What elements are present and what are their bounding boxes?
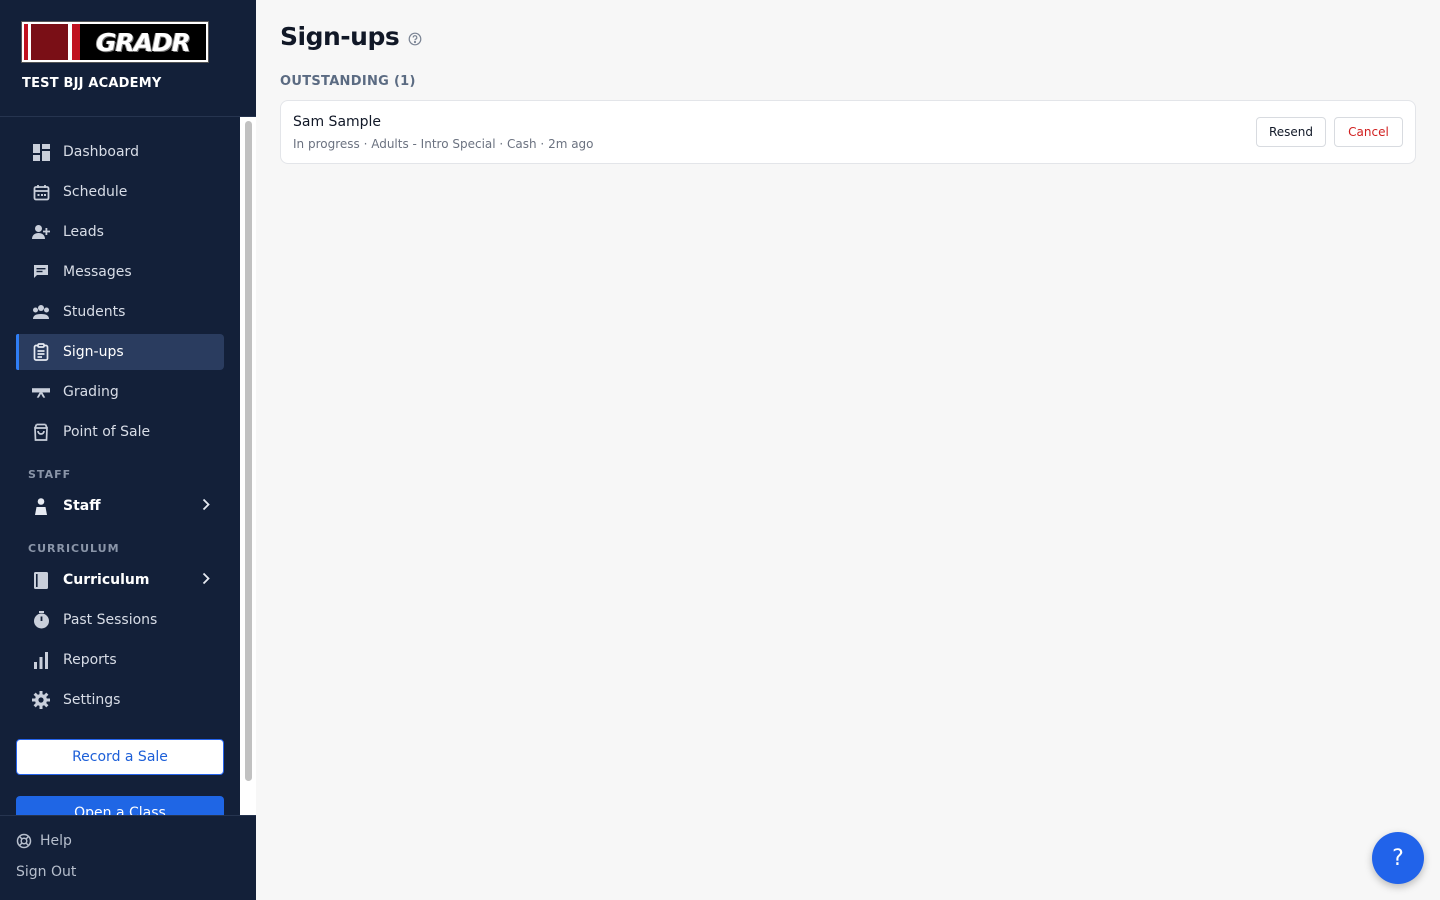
sidebar-item-curriculum[interactable]: Curriculum	[16, 562, 224, 598]
bar-chart-icon	[32, 651, 50, 669]
sidebar-item-label: Staff	[63, 498, 101, 514]
sidebar-item-leads[interactable]: Leads	[16, 214, 224, 250]
page-header: Sign-ups	[280, 22, 422, 51]
sidebar-item-reports[interactable]: Reports	[16, 642, 224, 678]
sidebar-item-label: Schedule	[63, 184, 128, 200]
sidebar-item-label: Point of Sale	[63, 424, 151, 440]
lifebuoy-icon	[16, 833, 32, 849]
open-class-button[interactable]: Open a Class	[16, 796, 224, 815]
academy-name: TEST BJJ ACADEMY	[22, 76, 162, 91]
signup-card: Sam Sample In progress · Adults - Intro …	[280, 100, 1416, 164]
outstanding-heading: OUTSTANDING (1)	[280, 74, 416, 89]
sidebar-item-settings[interactable]: Settings	[16, 682, 224, 718]
sidebar-item-dashboard[interactable]: Dashboard	[16, 134, 224, 170]
main-content: Sign-ups OUTSTANDING (1) Sam Sample In p…	[256, 0, 1440, 900]
timer-icon	[32, 611, 50, 629]
belt-icon	[32, 383, 50, 401]
gear-icon	[32, 691, 50, 709]
sidebar-item-label: Leads	[63, 224, 104, 240]
dashboard-icon	[32, 143, 50, 161]
sidebar-item-label: Past Sessions	[63, 612, 158, 628]
sidebar-item-staff[interactable]: Staff	[16, 488, 224, 524]
sidebar-nav: Dashboard Schedule Leads Messages Studen…	[16, 134, 224, 722]
sidebar-item-past-sessions[interactable]: Past Sessions	[16, 602, 224, 638]
person-icon	[32, 497, 50, 515]
logo-stripes	[24, 24, 80, 60]
sidebar-item-label: Settings	[63, 692, 121, 708]
sign-out-link[interactable]: Sign Out	[16, 864, 76, 880]
book-icon	[32, 571, 50, 589]
sidebar-item-label: Reports	[63, 652, 117, 668]
sidebar-item-point-of-sale[interactable]: Point of Sale	[16, 414, 224, 450]
section-label-staff: STAFF	[28, 468, 72, 481]
sidebar-item-students[interactable]: Students	[16, 294, 224, 330]
sidebar-item-label: Grading	[63, 384, 119, 400]
record-sale-button[interactable]: Record a Sale	[16, 739, 224, 775]
help-label: Help	[40, 833, 72, 849]
sidebar-footer: Help Sign Out	[0, 815, 256, 900]
sidebar-item-messages[interactable]: Messages	[16, 254, 224, 290]
chat-icon	[32, 263, 50, 281]
calendar-icon	[32, 183, 50, 201]
sidebar-item-grading[interactable]: Grading	[16, 374, 224, 410]
help-link[interactable]: Help	[16, 833, 72, 849]
chevron-right-icon	[202, 498, 210, 515]
group-icon	[32, 303, 50, 321]
logo-text: GRADR	[95, 27, 191, 57]
help-circle-icon[interactable]	[408, 31, 422, 46]
brand-header: GRADR TEST BJJ ACADEMY	[0, 0, 256, 117]
cancel-button[interactable]: Cancel	[1334, 117, 1403, 147]
shopping-bag-icon	[32, 423, 50, 441]
sidebar: GRADR TEST BJJ ACADEMY Dashboard Schedul…	[0, 0, 256, 900]
gradr-logo[interactable]: GRADR	[22, 22, 208, 62]
sidebar-item-label: Students	[63, 304, 126, 320]
nav-scroll-area: Dashboard Schedule Leads Messages Studen…	[0, 117, 256, 815]
chevron-right-icon	[202, 572, 210, 589]
sidebar-item-label: Messages	[63, 264, 132, 280]
sidebar-item-schedule[interactable]: Schedule	[16, 174, 224, 210]
sidebar-item-sign-ups[interactable]: Sign-ups	[16, 334, 224, 370]
clipboard-icon	[32, 343, 50, 361]
sidebar-scrollbar-thumb[interactable]	[245, 121, 252, 781]
signup-name: Sam Sample	[293, 114, 382, 130]
sidebar-item-label: Curriculum	[63, 572, 150, 588]
help-fab-button[interactable]: ?	[1372, 832, 1424, 884]
sidebar-item-label: Sign-ups	[63, 344, 124, 360]
sidebar-item-label: Dashboard	[63, 144, 139, 160]
resend-button[interactable]: Resend	[1256, 117, 1326, 147]
person-add-icon	[32, 223, 50, 241]
signup-meta: In progress · Adults - Intro Special · C…	[293, 137, 594, 151]
page-title: Sign-ups	[280, 22, 400, 51]
section-label-curriculum: CURRICULUM	[28, 542, 120, 555]
sidebar-scrollbar[interactable]	[240, 117, 256, 815]
